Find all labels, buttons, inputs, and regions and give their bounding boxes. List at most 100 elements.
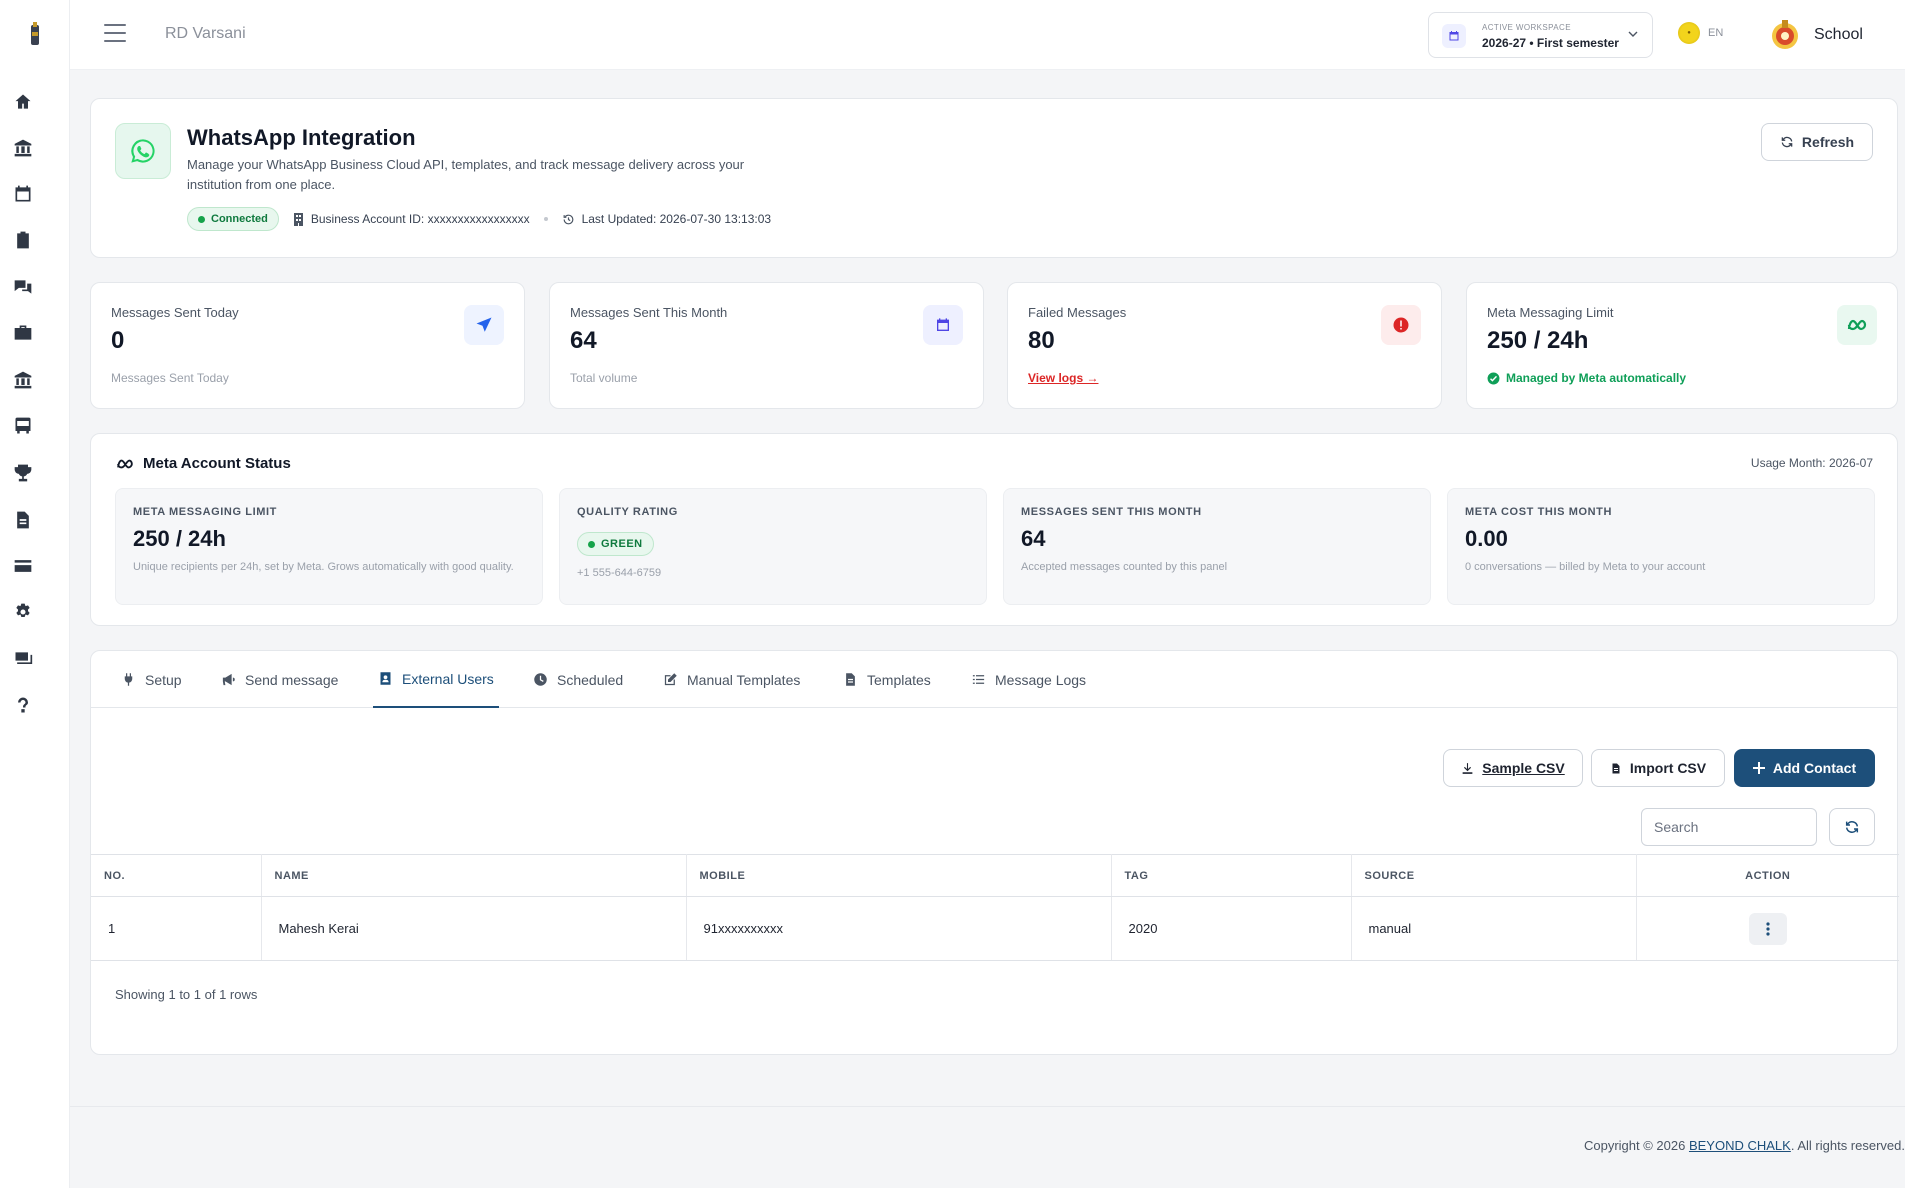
tab-message-logs[interactable]: Message Logs	[971, 651, 1086, 708]
menu-toggle-icon[interactable]	[104, 24, 126, 44]
page-title: WhatsApp Integration	[187, 125, 416, 150]
chevron-down-icon	[1628, 31, 1638, 37]
column-tag[interactable]: TAG	[1111, 854, 1352, 897]
last-updated: Last Updated: 2026-07-30 13:13:03	[562, 212, 771, 226]
last-updated-text: Last Updated: 2026-07-30 13:13:03	[581, 212, 772, 226]
language-switcher[interactable]: ● EN	[1678, 22, 1723, 44]
copyright-suffix: . All rights reserved.	[1790, 1138, 1905, 1153]
tab-scheduled[interactable]: Scheduled	[533, 651, 623, 708]
send-icon	[464, 305, 504, 345]
building-icon	[293, 212, 303, 226]
gear-icon[interactable]	[11, 600, 35, 624]
meta-cost-label: META COST THIS MONTH	[1465, 506, 1613, 518]
plus-icon	[1752, 762, 1765, 774]
business-phone-number: +1 555-644-6759	[577, 567, 662, 579]
tab-bar: Setup Send message External Users Schedu…	[91, 651, 1897, 708]
refresh-label: Refresh	[1801, 134, 1855, 150]
home-icon[interactable]	[11, 90, 35, 114]
help-icon[interactable]	[11, 693, 35, 717]
clock-icon	[534, 673, 547, 686]
sample-csv-label: Sample CSV	[1482, 760, 1565, 776]
language-code: EN	[1708, 27, 1724, 39]
tab-setup[interactable]: Setup	[121, 651, 182, 708]
history-icon	[563, 214, 573, 224]
meta-cost-box: META COST THIS MONTH 0.00 0 conversation…	[1447, 488, 1875, 605]
messages-month-label: MESSAGES SENT THIS MONTH	[1021, 506, 1202, 518]
tab-label: External Users	[402, 670, 494, 687]
meta-account-status-title: Meta Account Status	[115, 455, 291, 472]
list-icon	[972, 675, 985, 684]
search-input[interactable]	[1641, 808, 1817, 846]
cell-no: 1	[91, 896, 262, 961]
stat-card-sent-month: Messages Sent This Month 64 Total volume	[549, 282, 984, 409]
school-profile[interactable]: School	[1770, 18, 1863, 52]
import-csv-label: Import CSV	[1629, 760, 1707, 776]
institution-icon[interactable]	[11, 136, 35, 160]
tenant-name: RD Varsani	[165, 25, 246, 42]
quality-rating-box: QUALITY RATING GREEN +1 555-644-6759	[559, 488, 987, 605]
quality-rating-value: GREEN	[601, 538, 643, 550]
school-logo-icon[interactable]	[24, 22, 46, 48]
meta-icon	[1837, 305, 1877, 345]
business-account-id: Business Account ID: xxxxxxxxxxxxxxxxx	[293, 212, 530, 226]
tab-label: Templates	[867, 671, 931, 688]
quality-rating-badge: GREEN	[577, 532, 654, 556]
trophy-icon[interactable]	[11, 461, 35, 485]
meta-cost-value: 0.00	[1465, 526, 1508, 551]
cell-mobile: 91xxxxxxxxxx	[686, 896, 1112, 961]
view-logs-link[interactable]: View logs →	[1028, 371, 1098, 385]
workspace-label: ACTIVE WORKSPACE	[1482, 23, 1571, 32]
workspace-selector[interactable]: ACTIVE WORKSPACE 2026-27 • First semeste…	[1428, 12, 1653, 58]
column-source[interactable]: SOURCE	[1351, 854, 1637, 897]
stat-label: Meta Messaging Limit	[1487, 305, 1614, 320]
copyright-prefix: Copyright © 2026	[1583, 1138, 1689, 1153]
refresh-button[interactable]: Refresh	[1761, 123, 1873, 161]
tab-label: Scheduled	[557, 671, 624, 688]
bus-icon[interactable]	[11, 414, 35, 438]
status-dot	[198, 215, 205, 223]
check-circle-icon	[1487, 372, 1500, 384]
school-crest-icon	[1772, 20, 1798, 49]
clipboard-icon[interactable]	[11, 228, 35, 252]
stat-card-sent-today: Messages Sent Today 0 Messages Sent Toda…	[90, 282, 525, 409]
calendar-icon[interactable]	[11, 182, 35, 206]
tab-send-message[interactable]: Send message	[221, 651, 338, 708]
tab-label: Message Logs	[995, 671, 1087, 688]
column-no[interactable]: NO.	[91, 854, 262, 897]
status-dot	[588, 540, 595, 548]
credit-card-icon[interactable]	[11, 554, 35, 578]
footer: Copyright © 2026 BEYOND CHALK. All right…	[70, 1106, 1905, 1188]
whatsapp-icon	[115, 123, 171, 179]
import-csv-button[interactable]: Import CSV	[1591, 749, 1725, 787]
add-contact-button[interactable]: Add Contact	[1734, 749, 1875, 787]
bank-icon[interactable]	[11, 368, 35, 392]
tab-templates[interactable]: Templates	[843, 651, 931, 708]
row-actions-button[interactable]	[1748, 912, 1787, 945]
stat-sub: Managed by Meta automatically	[1487, 371, 1686, 388]
document-icon[interactable]	[11, 508, 35, 532]
stat-sub: Messages Sent Today	[111, 371, 229, 385]
stat-value: 250 / 24h	[1487, 327, 1589, 354]
connection-status-label: Connected	[211, 213, 268, 225]
column-name[interactable]: NAME	[261, 854, 687, 897]
sync-icon	[1845, 821, 1859, 833]
meta-cost-sub: 0 conversations — billed by Meta to your…	[1465, 561, 1706, 573]
chat-icon[interactable]	[11, 275, 35, 299]
column-mobile[interactable]: MOBILE	[686, 854, 1112, 897]
page-description: Manage your WhatsApp Business Cloud API,…	[187, 157, 745, 192]
column-action: ACTION	[1636, 854, 1899, 897]
brand-link[interactable]: BEYOND CHALK	[1689, 1138, 1791, 1153]
cell-action	[1636, 896, 1899, 961]
cell-source: manual	[1351, 896, 1637, 961]
tab-manual-templates[interactable]: Manual Templates	[663, 651, 800, 708]
messages-month-box: MESSAGES SENT THIS MONTH 64 Accepted mes…	[1003, 488, 1431, 605]
reload-table-button[interactable]	[1829, 808, 1875, 846]
stat-label: Messages Sent Today	[111, 305, 239, 320]
sample-csv-button[interactable]: Sample CSV	[1443, 749, 1583, 787]
meta-limit-value: 250 / 24h	[133, 526, 226, 551]
tab-external-users[interactable]: External Users	[373, 651, 499, 708]
meta-separator	[543, 217, 548, 221]
managed-by-meta-text: Managed by Meta automatically	[1506, 371, 1687, 385]
payments-icon[interactable]	[11, 647, 35, 671]
briefcase-icon[interactable]	[11, 321, 35, 345]
